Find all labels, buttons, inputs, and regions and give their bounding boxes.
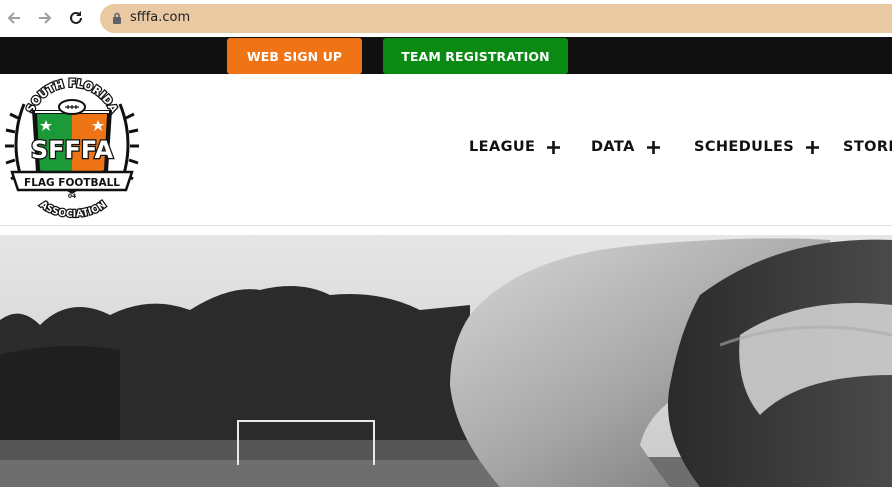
forward-button[interactable]	[35, 8, 55, 28]
address-bar[interactable]: sfffa.com	[100, 4, 892, 33]
logo-center-text: SFFFA	[31, 136, 114, 164]
svg-text:ASSOCIATION: ASSOCIATION	[38, 199, 109, 220]
site-header: SOUTH FLORIDA SFFFA FLAG FOOTBALL 04 ASS…	[0, 74, 892, 226]
back-button[interactable]	[4, 8, 24, 28]
plus-icon	[646, 140, 660, 154]
hero-image	[0, 235, 892, 487]
nav-item-label: DATA	[591, 139, 635, 155]
logo-banner-text: FLAG FOOTBALL	[24, 177, 120, 189]
plus-icon	[547, 140, 561, 154]
nav-item-label: STORE	[843, 139, 892, 155]
nav-item-store[interactable]: STORE	[843, 139, 892, 155]
reload-icon	[70, 11, 82, 24]
logo-year-text: 04	[68, 193, 76, 200]
logo-bottom-text: ASSOCIATION	[36, 198, 109, 221]
top-bar: WEB SIGN UP TEAM REGISTRATION	[0, 37, 892, 74]
nav-item-label: LEAGUE	[469, 139, 536, 155]
arrow-left-icon	[7, 12, 20, 24]
team-registration-button[interactable]: TEAM REGISTRATION	[383, 38, 568, 74]
hero-photo	[0, 235, 892, 487]
url-text: sfffa.com	[130, 10, 191, 25]
plus-icon	[806, 140, 820, 154]
arrow-right-icon	[39, 12, 52, 24]
web-sign-up-button[interactable]: WEB SIGN UP	[227, 38, 362, 74]
reload-button[interactable]	[66, 8, 86, 28]
lock-icon	[113, 12, 121, 24]
sfffa-logo[interactable]: SOUTH FLORIDA SFFFA FLAG FOOTBALL 04 ASS…	[2, 74, 142, 224]
nav-item-label: SCHEDULES	[694, 139, 795, 155]
nav-item-schedules[interactable]: SCHEDULES	[694, 139, 820, 155]
nav-item-league[interactable]: LEAGUE	[469, 139, 561, 155]
browser-toolbar: sfffa.com	[0, 0, 892, 37]
nav-item-data[interactable]: DATA	[591, 139, 660, 155]
